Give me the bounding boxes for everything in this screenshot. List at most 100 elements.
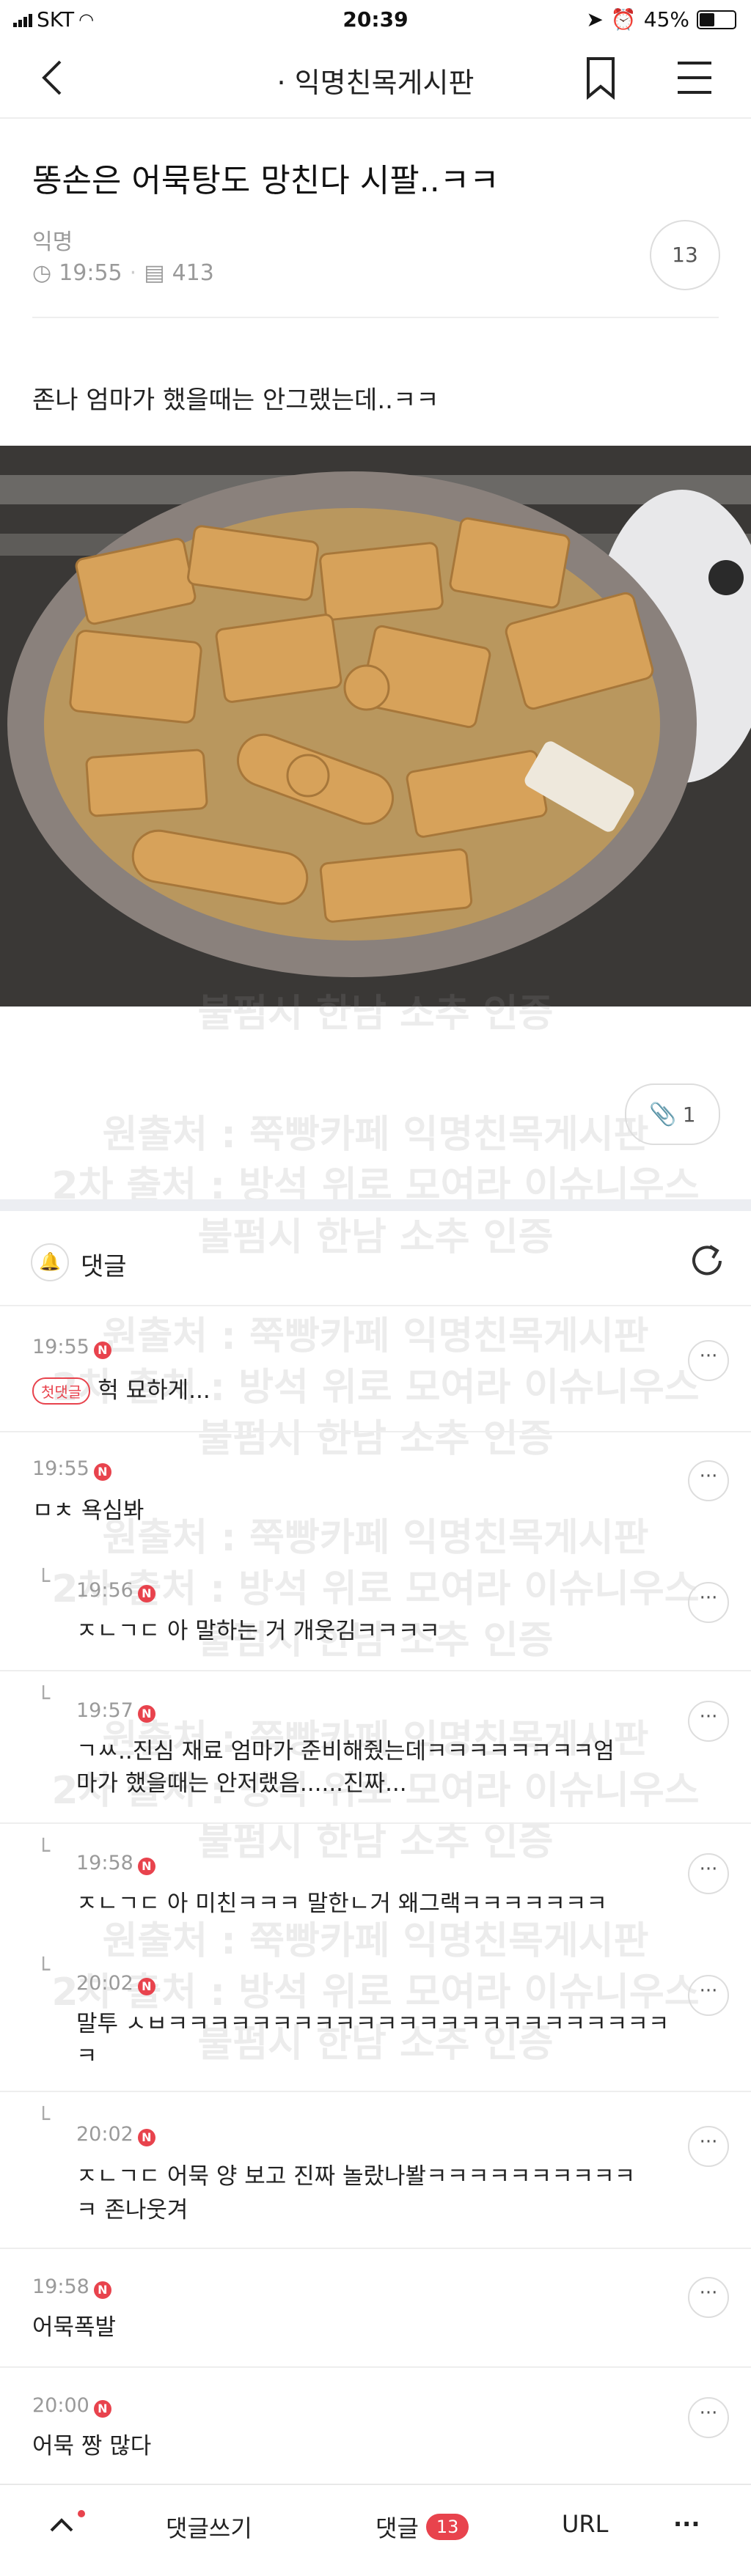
comment-item: 19:57 N — [76, 1699, 155, 1723]
new-badge: N — [93, 2281, 111, 2299]
comment-item: 19:58 N — [32, 2275, 111, 2299]
post-author: 익명 — [32, 229, 73, 255]
comment-divider — [0, 1822, 751, 1824]
status-bar: SKT ◠ 20:39 ➤ ⏰ 45% — [0, 0, 751, 40]
comment-time: 19:58 — [76, 1852, 133, 1874]
comment-time: 19:55 — [32, 1336, 89, 1358]
comment-divider — [0, 2248, 751, 2249]
comment-item: 20:02 N — [76, 2123, 155, 2146]
reply-arrow-icon: └ — [37, 1957, 51, 1983]
comment-time: 19:55 — [32, 1457, 89, 1480]
comment-text: 어묵폭발 — [32, 2314, 117, 2341]
post-body: 존나 엄마가 했을때는 안그랬는데..ㅋㅋ — [32, 386, 439, 415]
watermark-line: 불펌시 한남 소추 인증 — [197, 1417, 554, 1461]
bell-icon[interactable]: 🔔 — [31, 1243, 69, 1281]
post-photo — [0, 446, 751, 1007]
comment-text-line1: ㅈㄴㄱㄷ 어묵 양 보고 진짜 놀랐나봘ㅋㅋㅋㅋㅋㅋㅋㅋㅋㅋ — [76, 2163, 636, 2190]
comment-text-line1: 말투 ㅅㅂㅋㅋㅋㅋㅋㅋㅋㅋㅋㅋㅋㅋㅋㅋㅋㅋㅋㅋㅋㅋㅋㅋㅋㅋ — [76, 2011, 670, 2037]
location-icon: ➤ — [586, 7, 604, 32]
url-button[interactable]: URL — [562, 2510, 608, 2538]
comment-time: 19:56 — [76, 1579, 133, 1602]
nav-bar: · 익명친목게시판 — [0, 40, 751, 119]
comments-tab-button[interactable]: 댓글 13 — [376, 2510, 469, 2544]
watermark-line: 원출처 : 쭉빵카페 익명친목게시판 — [102, 1314, 649, 1358]
comments-label: 댓글 — [81, 1252, 127, 1281]
attachment-count: 1 — [682, 1102, 696, 1127]
fishcake-pot-image — [0, 446, 751, 1007]
first-comment-tag: 첫댓글 — [32, 1377, 91, 1405]
refresh-button[interactable] — [688, 1242, 726, 1283]
comment-item: 19:58 N — [76, 1852, 155, 1875]
reply-arrow-icon: └ — [37, 1839, 51, 1864]
menu-button[interactable] — [676, 59, 713, 100]
comment-more-button[interactable]: ··· — [688, 2397, 729, 2438]
paperclip-icon: 📎 — [649, 1101, 677, 1127]
new-badge: N — [93, 1462, 111, 1481]
comment-divider — [0, 2366, 751, 2368]
comment-item: 20:00 N — [32, 2394, 111, 2418]
comment-more-button[interactable]: ··· — [688, 1853, 729, 1894]
comment-item: 19:55 N — [32, 1336, 111, 1359]
comment-time: 20:02 — [76, 1972, 133, 1995]
comment-text: ㅈㄴㄱㄷ 아 미친ㅋㅋㅋ 말한ㄴ거 왜그랙ㅋㅋㅋㅋㅋㅋㅋ — [76, 1891, 607, 1917]
comment-text-line2: 마가 했을때는 안저랬음......진짜... — [76, 1770, 407, 1797]
reply-arrow-icon: └ — [37, 1686, 51, 1712]
comment-more-button[interactable]: ··· — [688, 2126, 729, 2167]
comments-count-badge: 13 — [425, 2514, 469, 2540]
refresh-icon — [692, 1245, 722, 1276]
comment-more-button[interactable]: ··· — [688, 1701, 729, 1742]
hamburger-icon — [678, 62, 711, 94]
comment-text: 어묵 짱 많다 — [32, 2433, 152, 2459]
write-comment-button[interactable]: 댓글쓰기 — [166, 2510, 252, 2544]
scroll-top-button[interactable] — [47, 2510, 85, 2545]
alarm-icon: ⏰ — [610, 7, 637, 32]
more-options-button[interactable]: ··· — [673, 2510, 700, 2538]
comment-body: 첫댓글 헉 묘하게... — [32, 1372, 210, 1409]
comment-divider — [0, 1431, 751, 1432]
comment-text-line2: ㅋ 존나웃겨 — [76, 2197, 188, 2223]
bookmark-icon — [587, 57, 615, 100]
section-separator — [0, 1199, 751, 1211]
comments-tab-label: 댓글 — [376, 2514, 419, 2542]
comment-text: ㅈㄴㄱㄷ 아 말하는 거 개웃김ㅋㅋㅋㅋ — [76, 1618, 440, 1644]
attachment-button[interactable]: 📎 1 — [625, 1083, 720, 1145]
comment-item: 20:02 N — [76, 1972, 155, 1995]
notification-dot — [78, 2510, 85, 2517]
comment-more-button[interactable]: ··· — [688, 1340, 729, 1381]
comment-text-line1: ㄱㅆ..진심 재료 엄마가 준비해줬는데ㅋㅋㅋㅋㅋㅋㅋㅋ엄 — [76, 1738, 615, 1764]
new-badge: N — [93, 2399, 111, 2418]
comment-more-button[interactable]: ··· — [688, 1460, 729, 1501]
comment-time: 20:02 — [76, 2123, 133, 2146]
new-badge: N — [137, 1704, 155, 1723]
new-badge: N — [137, 1584, 155, 1602]
comment-text: ㅁㅊ 욕심봐 — [32, 1498, 144, 1524]
comment-item: 19:55 N — [32, 1457, 111, 1481]
new-badge: N — [137, 2128, 155, 2146]
watermark-line: 불펌시 한남 소추 인증 — [197, 992, 554, 1036]
bookmark-button[interactable] — [584, 56, 618, 103]
comment-more-button[interactable]: ··· — [688, 1975, 729, 2016]
comment-more-button[interactable]: ··· — [688, 2277, 729, 2318]
comment-more-button[interactable]: ··· — [688, 1582, 729, 1623]
clock-icon: ◷ — [32, 260, 52, 286]
board-title[interactable]: · 익명친목게시판 — [0, 60, 751, 100]
post-time: 19:55 — [59, 260, 122, 286]
post-meta: ◷ 19:55 · ▤ 413 — [32, 260, 214, 286]
comment-time: 20:00 — [32, 2394, 89, 2417]
comment-text: 헉 묘하게... — [98, 1377, 210, 1404]
new-badge: N — [137, 1977, 155, 1995]
bottom-bar: 댓글쓰기 댓글 13 URL ··· — [0, 2484, 751, 2576]
comment-divider — [0, 1670, 751, 1671]
views-icon: ▤ — [144, 260, 165, 286]
battery-percent: 45% — [643, 7, 689, 32]
comment-item: 19:56 N — [76, 1579, 155, 1602]
reply-arrow-icon: └ — [37, 2107, 51, 2132]
chevron-up-icon — [50, 2518, 73, 2532]
header-divider — [32, 317, 719, 318]
comment-count-bubble[interactable]: 13 — [650, 220, 720, 290]
comments-divider — [0, 1305, 751, 1306]
comment-divider — [0, 2091, 751, 2092]
new-badge: N — [93, 1341, 111, 1359]
new-badge: N — [137, 1857, 155, 1875]
battery-icon — [697, 10, 736, 29]
